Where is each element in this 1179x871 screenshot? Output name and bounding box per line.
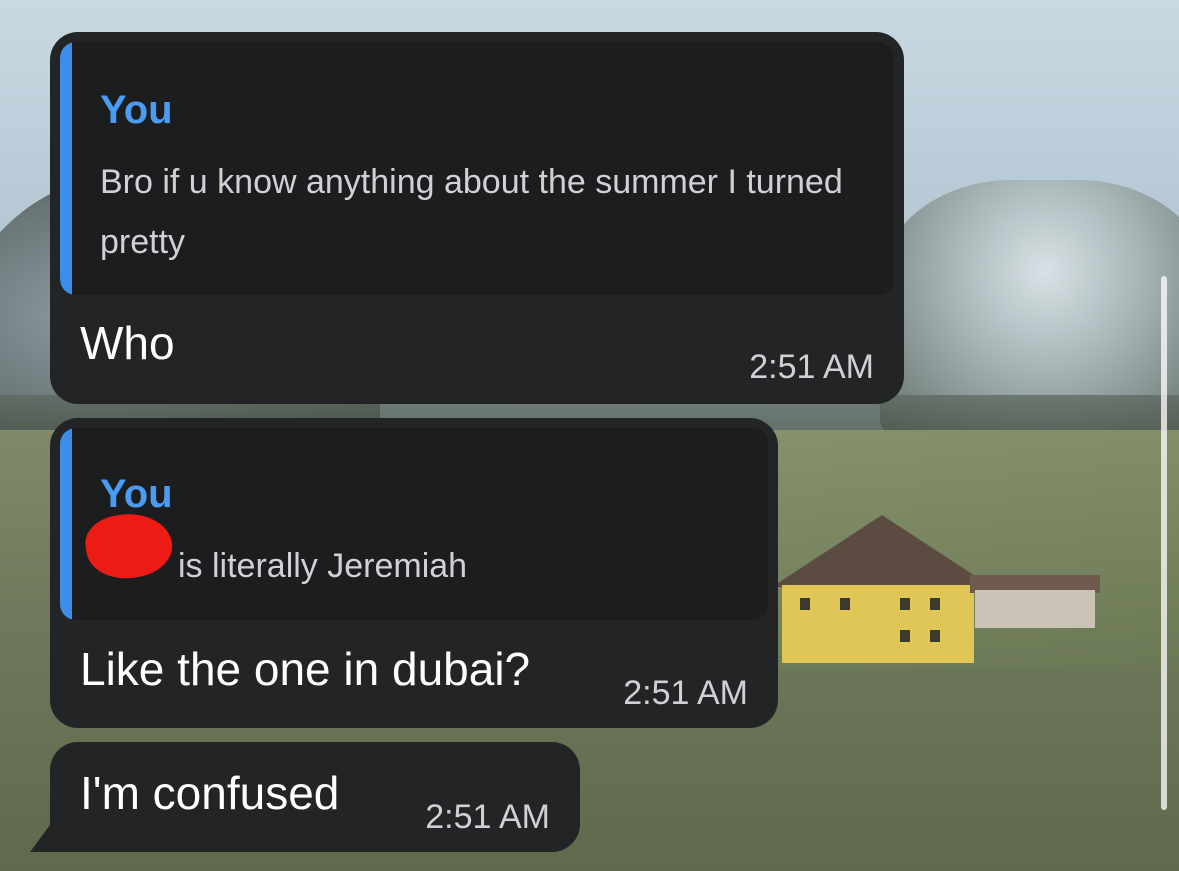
reply-quoted-text: is literally Jeremiah — [178, 547, 468, 585]
message-timestamp: 2:51 AM — [749, 348, 874, 386]
wallpaper-house-window — [840, 598, 850, 610]
wallpaper-house-window — [800, 598, 810, 610]
reply-sender-name: You — [100, 472, 173, 516]
wallpaper-house — [782, 585, 974, 663]
reply-quote[interactable]: You is literally Jeremiah — [60, 428, 768, 620]
message-bubble[interactable]: You Bro if u know anything about the sum… — [50, 32, 904, 404]
message-timestamp: 2:51 AM — [425, 798, 550, 836]
message-bubble[interactable]: You is literally Jeremiah Like the one i… — [50, 418, 778, 728]
message-text: Who — [80, 317, 175, 369]
wallpaper-house-window — [930, 598, 940, 610]
reply-quote-accent-bar — [60, 42, 72, 295]
wallpaper-house-roof — [772, 515, 992, 587]
wallpaper-house-window — [900, 598, 910, 610]
message-text: Like the one in dubai? — [80, 643, 531, 695]
message-timestamp: 2:51 AM — [623, 674, 748, 712]
reply-quote-accent-bar — [60, 428, 72, 620]
wallpaper-barn — [975, 590, 1095, 628]
wallpaper-house-window — [900, 630, 910, 642]
message-text: I'm confused — [80, 767, 340, 819]
reply-quote[interactable]: You Bro if u know anything about the sum… — [60, 42, 894, 295]
chat-scrollbar[interactable] — [1161, 276, 1167, 810]
wallpaper-house-window — [930, 630, 940, 642]
message-bubble[interactable]: I'm confused 2:51 AM — [50, 742, 580, 852]
reply-sender-name: You — [100, 88, 173, 132]
reply-quoted-text: Bro if u know anything about the summer … — [100, 163, 843, 261]
